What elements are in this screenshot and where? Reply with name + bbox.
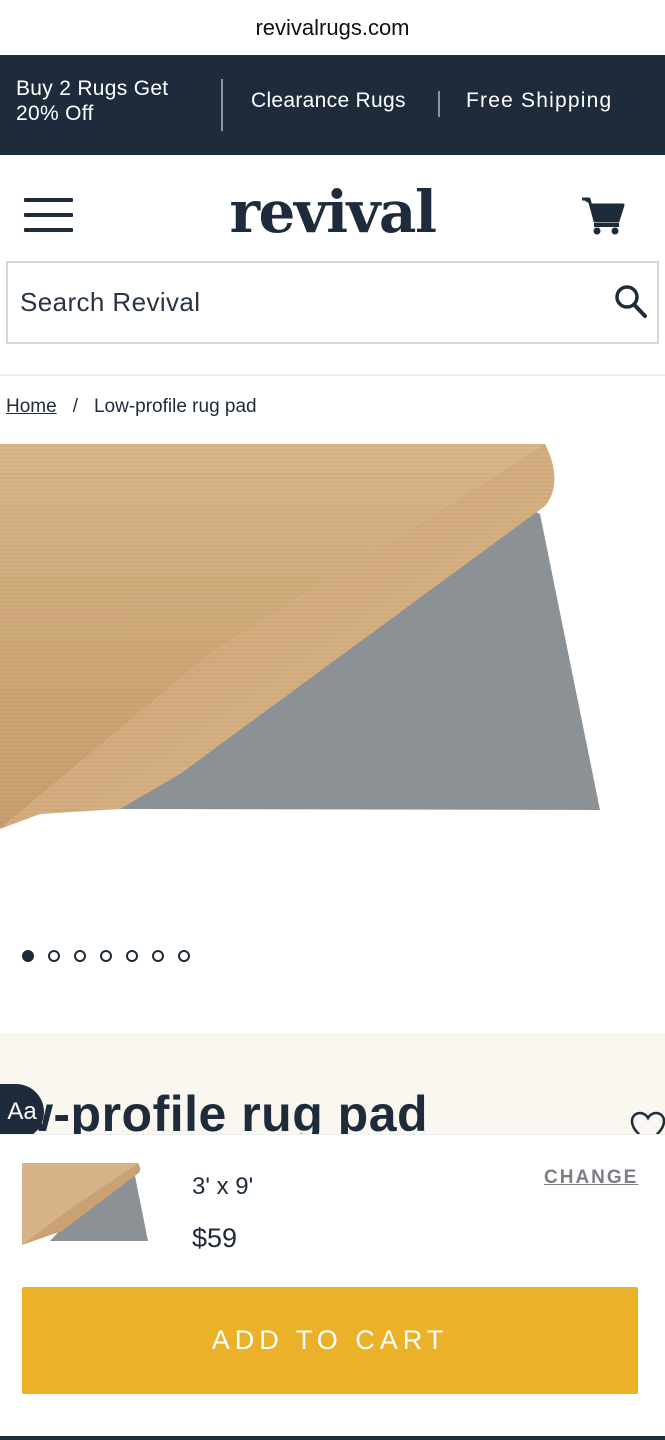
promo-divider xyxy=(221,79,223,131)
gallery-dot[interactable] xyxy=(22,950,34,962)
divider xyxy=(0,374,665,376)
gallery-dot[interactable] xyxy=(100,950,112,962)
site-logo[interactable]: revival xyxy=(0,178,665,246)
url-bar[interactable]: revivalrugs.com xyxy=(0,0,665,56)
url-text: revivalrugs.com xyxy=(255,15,410,40)
breadcrumb-current: Low-profile rug pad xyxy=(93,396,257,417)
product-price: $59 xyxy=(192,1223,238,1253)
gallery-dot[interactable] xyxy=(152,950,164,962)
search-icon[interactable] xyxy=(613,283,649,321)
breadcrumb: Home / Low-profile rug pad xyxy=(6,396,257,418)
search-input[interactable] xyxy=(20,263,590,342)
cart-icon[interactable] xyxy=(580,194,626,236)
promo-shipping-link[interactable]: Free Shipping xyxy=(466,89,612,113)
gallery-dot[interactable] xyxy=(74,950,86,962)
search-box xyxy=(6,261,659,344)
promo-bar: Buy 2 Rugs Get 20% Off Clearance Rugs Fr… xyxy=(0,55,665,155)
promo-offer-link[interactable]: Buy 2 Rugs Get 20% Off xyxy=(16,76,206,126)
gallery-dot[interactable] xyxy=(178,950,190,962)
promo-divider xyxy=(438,91,440,117)
gallery-pagination xyxy=(22,950,204,962)
add-to-cart-button[interactable]: ADD TO CART xyxy=(22,1287,638,1394)
promo-clearance-link[interactable]: Clearance Rugs xyxy=(251,89,406,113)
sticky-cart-panel: 3' x 9' $59 CHANGE ADD TO CART xyxy=(0,1135,665,1440)
breadcrumb-separator: / xyxy=(72,396,78,417)
product-title-section: w-profile rug pad xyxy=(0,1033,665,1143)
selected-size: 3' x 9' xyxy=(192,1173,254,1200)
product-thumbnail xyxy=(22,1163,150,1245)
gallery-dot[interactable] xyxy=(126,950,138,962)
change-size-link[interactable]: CHANGE xyxy=(544,1167,638,1189)
gallery-dot[interactable] xyxy=(48,950,60,962)
breadcrumb-home-link[interactable]: Home xyxy=(6,396,57,418)
bottom-edge xyxy=(0,1436,665,1440)
product-image[interactable] xyxy=(0,444,665,892)
